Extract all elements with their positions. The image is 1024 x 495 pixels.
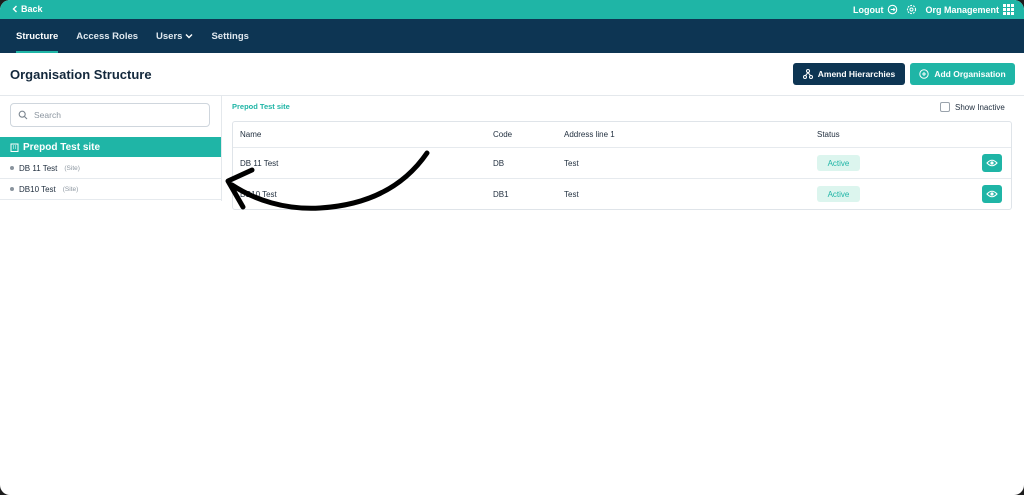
top-bar-actions: Logout Org Management bbox=[853, 2, 1014, 17]
app-switcher[interactable]: Org Management bbox=[925, 4, 1014, 15]
plus-circle-icon bbox=[919, 69, 930, 79]
cell-code: DB bbox=[493, 159, 505, 168]
gear-icon[interactable] bbox=[906, 4, 917, 15]
status-badge: Active bbox=[817, 186, 860, 202]
cell-address: Test bbox=[564, 159, 579, 168]
show-inactive-label: Show Inactive bbox=[955, 102, 1005, 112]
view-button[interactable] bbox=[982, 154, 1002, 172]
column-header-code[interactable]: Code bbox=[493, 130, 512, 139]
app-label: Org Management bbox=[925, 4, 999, 15]
cell-code: DB1 bbox=[493, 190, 509, 199]
top-bar: Back Logout Org Management bbox=[0, 0, 1024, 19]
tree-item-db10-test[interactable]: DB10 Test (Site) bbox=[0, 179, 221, 200]
table-row[interactable]: DB10 Test DB1 Test Active bbox=[233, 178, 1011, 209]
chevron-left-icon bbox=[12, 5, 18, 13]
tab-structure[interactable]: Structure bbox=[16, 19, 59, 53]
cell-address: Test bbox=[564, 190, 579, 199]
search-field[interactable] bbox=[10, 103, 210, 127]
header-divider bbox=[0, 95, 1024, 96]
tree-item-db11-test[interactable]: DB 11 Test (Site) bbox=[0, 158, 221, 179]
tab-label: Users bbox=[156, 30, 183, 42]
page-title: Organisation Structure bbox=[10, 67, 152, 82]
eye-icon bbox=[986, 159, 998, 167]
tab-label: Structure bbox=[16, 30, 59, 42]
column-header-address[interactable]: Address line 1 bbox=[564, 130, 615, 139]
logout-button[interactable]: Logout bbox=[853, 4, 899, 15]
app-window: Back Logout Org Management Structure Acc… bbox=[0, 0, 1024, 495]
add-organisation-button[interactable]: Add Organisation bbox=[910, 63, 1015, 85]
show-inactive-toggle[interactable]: Show Inactive bbox=[940, 102, 1005, 112]
tree-item-label: DB10 Test bbox=[19, 184, 56, 194]
eye-icon bbox=[986, 190, 998, 198]
back-link[interactable]: Back bbox=[12, 4, 43, 14]
amend-label: Amend Hierarchies bbox=[817, 69, 896, 79]
bullet-icon bbox=[10, 187, 14, 191]
building-icon bbox=[10, 143, 19, 152]
main-nav: Structure Access Roles Users Settings bbox=[0, 19, 1024, 53]
tab-users[interactable]: Users bbox=[156, 19, 193, 53]
logout-icon bbox=[887, 4, 898, 15]
view-button[interactable] bbox=[982, 185, 1002, 203]
logout-label: Logout bbox=[852, 4, 884, 15]
tree-root-label: Prepod Test site bbox=[23, 141, 101, 153]
column-header-status[interactable]: Status bbox=[817, 130, 840, 139]
grid-icon bbox=[1003, 4, 1014, 15]
tab-label: Settings bbox=[211, 30, 249, 42]
tab-access-roles[interactable]: Access Roles bbox=[76, 19, 138, 53]
hierarchy-icon bbox=[802, 69, 813, 79]
tab-label: Access Roles bbox=[76, 30, 139, 42]
tree-root-item[interactable]: Prepod Test site bbox=[0, 137, 221, 157]
breadcrumb[interactable]: Prepod Test site bbox=[232, 102, 290, 111]
status-badge: Active bbox=[817, 155, 860, 171]
search-icon bbox=[18, 110, 28, 120]
tree-item-type: (Site) bbox=[62, 185, 79, 193]
panel-divider bbox=[221, 96, 222, 201]
tree-item-type: (Site) bbox=[64, 164, 80, 172]
chevron-down-icon bbox=[185, 33, 193, 39]
show-inactive-checkbox[interactable] bbox=[940, 102, 950, 112]
column-header-name[interactable]: Name bbox=[240, 130, 261, 139]
bullet-icon bbox=[10, 166, 14, 170]
tab-settings[interactable]: Settings bbox=[211, 19, 248, 53]
search-input[interactable] bbox=[34, 110, 204, 120]
organisations-table: Name Code Address line 1 Status DB 11 Te… bbox=[232, 121, 1012, 210]
back-label: Back bbox=[21, 4, 43, 14]
tree-item-label: DB 11 Test bbox=[19, 163, 58, 173]
cell-name: DB 11 Test bbox=[240, 159, 279, 168]
table-row[interactable]: DB 11 Test DB Test Active bbox=[233, 147, 1011, 178]
amend-hierarchies-button[interactable]: Amend Hierarchies bbox=[793, 63, 905, 85]
add-label: Add Organisation bbox=[934, 69, 1006, 79]
cell-name: DB10 Test bbox=[240, 190, 277, 199]
